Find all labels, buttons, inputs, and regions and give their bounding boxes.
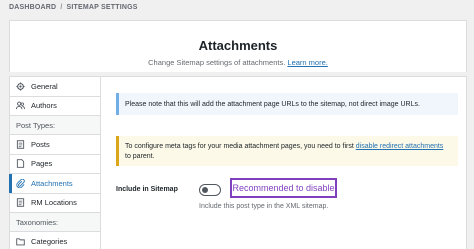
sidebar-item-label: RM Locations: [31, 198, 77, 208]
page-subtitle: Change Sitemap settings of attachments. …: [10, 58, 466, 67]
breadcrumb: DASHBOARD / SITEMAP SETTINGS: [9, 4, 138, 11]
users-icon: [16, 101, 25, 110]
sidebar-item-posts[interactable]: Posts: [10, 135, 100, 155]
sidebar-item-authors[interactable]: Authors: [10, 97, 100, 116]
sidebar-item-attachments[interactable]: Attachments: [9, 174, 100, 194]
sidebar-item-label: Posts: [31, 139, 50, 149]
warning-notice: To configure meta tags for your media at…: [116, 136, 458, 166]
gear-icon: [16, 82, 25, 91]
settings-sidebar: General Authors Post Types: Posts Pages …: [9, 76, 101, 249]
page-subtitle-text: Change Sitemap settings of attachments.: [148, 58, 286, 67]
warning-text: To configure meta tags for your media at…: [125, 143, 356, 150]
breadcrumb-dashboard[interactable]: DASHBOARD: [9, 4, 56, 11]
sidebar-item-general[interactable]: General: [10, 77, 100, 97]
sidebar-heading-taxonomies: Taxonomies:: [10, 213, 100, 232]
include-in-sitemap-description: Include this post type in the XML sitema…: [199, 203, 329, 210]
settings-panel: Please note that this will add the attac…: [101, 76, 467, 249]
disable-redirect-attachments-link[interactable]: disable redirect attachments: [356, 143, 444, 150]
sidebar-heading-post-types: Post Types:: [10, 116, 100, 135]
warning-text-suffix: to parent.: [125, 153, 155, 160]
sidebar-item-label: General: [31, 81, 58, 91]
sidebar-item-label: Pages: [31, 159, 53, 169]
sidebar-item-rm-locations[interactable]: RM Locations: [10, 194, 100, 213]
include-in-sitemap-label: Include in Sitemap: [116, 186, 178, 193]
breadcrumb-separator: /: [60, 4, 63, 11]
sidebar-item-label: Categories: [31, 236, 68, 246]
page-icon: [16, 159, 25, 168]
breadcrumb-current: SITEMAP SETTINGS: [66, 4, 138, 11]
recommendation-callout: Recommended to disable: [230, 178, 337, 198]
info-notice: Please note that this will add the attac…: [116, 93, 458, 115]
sidebar-item-label: Attachments: [31, 178, 73, 188]
document-icon: [16, 198, 25, 207]
document-icon: [16, 140, 25, 149]
include-in-sitemap-toggle[interactable]: [199, 184, 221, 196]
toggle-knob: [202, 186, 208, 193]
folder-icon: [16, 237, 25, 246]
paperclip-icon: [16, 178, 25, 188]
learn-more-link[interactable]: Learn more.: [287, 58, 327, 67]
sidebar-item-pages[interactable]: Pages: [10, 155, 100, 174]
sidebar-item-categories[interactable]: Categories: [10, 232, 100, 249]
page-header: Attachments Change Sitemap settings of a…: [9, 20, 467, 72]
page-title: Attachments: [198, 38, 278, 53]
sidebar-item-label: Authors: [31, 101, 57, 111]
